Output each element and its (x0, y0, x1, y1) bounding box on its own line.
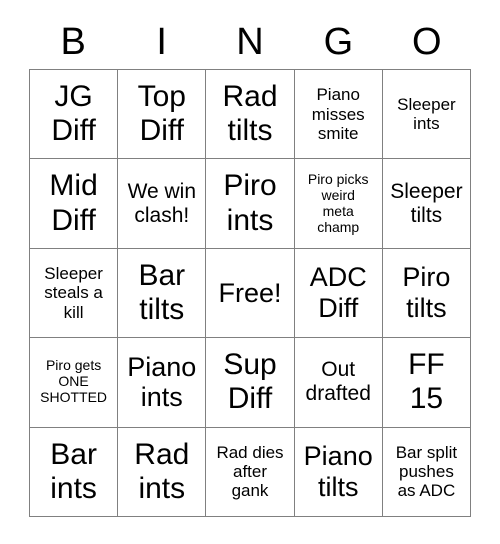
bingo-row: JG Diff Top Diff Rad tilts Piano misses … (30, 70, 472, 160)
bingo-cell-label: Rad ints (134, 437, 190, 505)
bingo-cell[interactable]: Piro tilts (382, 248, 472, 339)
bingo-cell-label: Free! (218, 277, 282, 308)
bingo-row: Mid Diff We win clash! Piro ints Piro pi… (30, 159, 472, 249)
bingo-cell-label: Piano ints (127, 351, 197, 413)
bingo-cell[interactable]: ADC Diff (294, 248, 383, 339)
bingo-cell[interactable]: Rad dies after gank (206, 427, 295, 517)
bingo-cell[interactable]: Piro picks weird meta champ (294, 159, 383, 249)
bingo-cell[interactable]: Mid Diff (30, 159, 119, 249)
bingo-cell-label: ADC Diff (309, 262, 367, 323)
bingo-cell-label: Piano tilts (303, 440, 373, 502)
header-letter-o: O (412, 20, 442, 63)
bingo-cell-label: Bar ints (50, 437, 97, 505)
bingo-cell-free[interactable]: Free! (206, 248, 295, 339)
bingo-cell-label: JG Diff (51, 80, 96, 148)
bingo-cell-label: Mid Diff (49, 169, 98, 237)
bingo-cell-label: Sleeper ints (397, 94, 456, 134)
bingo-cell-label: Bar split pushes as ADC (395, 442, 458, 501)
header-letter-i: I (156, 20, 167, 63)
bingo-cell[interactable]: Piano tilts (294, 427, 383, 517)
bingo-cell[interactable]: Sleeper steals a kill (30, 248, 119, 339)
bingo-cell-label: Rad tilts (222, 80, 278, 148)
bingo-cell[interactable]: Bar split pushes as ADC (382, 427, 472, 517)
bingo-cell-label: Piro ints (223, 169, 277, 237)
bingo-cell-label: Sleeper tilts (390, 179, 463, 227)
bingo-cell-label: Sup Diff (223, 348, 277, 416)
bingo-row: Sleeper steals a kill Bar tilts Free! AD… (30, 248, 472, 339)
bingo-grid: JG Diff Top Diff Rad tilts Piano misses … (29, 69, 472, 517)
bingo-cell-label: Out drafted (305, 358, 371, 406)
header-letter-g: G (323, 20, 354, 63)
bingo-cell-label: Piro picks weird meta champ (307, 170, 369, 235)
bingo-cell[interactable]: FF 15 (382, 338, 472, 428)
header-letter-b: B (60, 20, 86, 63)
bingo-cell[interactable]: Piro gets ONE SHOTTED (30, 338, 119, 428)
bingo-cell[interactable]: Top Diff (118, 70, 207, 160)
bingo-cell[interactable]: Rad tilts (206, 70, 295, 160)
bingo-cell[interactable]: Sup Diff (206, 338, 295, 428)
bingo-cell-label: Top Diff (137, 80, 186, 148)
bingo-card: B I N G O JG Diff Top Diff Rad tilts Pia… (29, 14, 472, 517)
bingo-cell-label: Piro tilts (402, 262, 451, 323)
bingo-cell[interactable]: Sleeper ints (382, 70, 472, 160)
bingo-cell-label: Sleeper steals a kill (44, 263, 103, 322)
bingo-cell-label: We win clash! (127, 179, 197, 227)
bingo-cell[interactable]: Rad ints (118, 427, 207, 517)
bingo-cell[interactable]: We win clash! (118, 159, 207, 249)
bingo-cell-label: Bar tilts (138, 258, 186, 326)
bingo-cell[interactable]: Bar tilts (118, 248, 207, 339)
bingo-cell[interactable]: Out drafted (294, 338, 383, 428)
header-letter-n: N (236, 20, 264, 63)
bingo-cell[interactable]: Piano misses smite (294, 70, 383, 160)
bingo-cell-label: FF 15 (408, 348, 445, 416)
bingo-cell-label: Rad dies after gank (216, 442, 284, 501)
bingo-cell-label: Piano misses smite (311, 85, 365, 143)
bingo-cell-label: Piro gets ONE SHOTTED (40, 357, 108, 406)
bingo-cell[interactable]: Piro ints (206, 159, 295, 249)
bingo-row: Piro gets ONE SHOTTED Piano ints Sup Dif… (30, 338, 472, 428)
bingo-header-row: B I N G O (29, 14, 471, 69)
bingo-cell[interactable]: Piano ints (118, 338, 207, 428)
bingo-row: Bar ints Rad ints Rad dies after gank Pi… (30, 427, 472, 517)
bingo-cell[interactable]: Bar ints (30, 427, 119, 517)
bingo-cell[interactable]: Sleeper tilts (382, 159, 472, 249)
bingo-cell[interactable]: JG Diff (30, 70, 119, 160)
